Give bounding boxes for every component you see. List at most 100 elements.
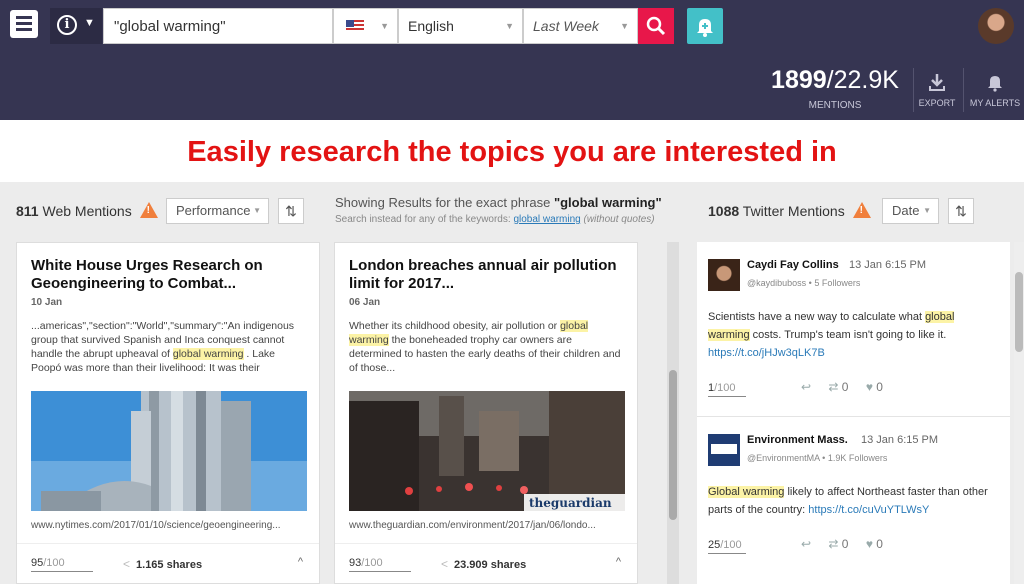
twitter-mentions-label: Twitter Mentions: [742, 203, 845, 219]
tweet-author[interactable]: Caydi Fay Collins: [747, 259, 839, 271]
kw-suffix: (without quotes): [583, 214, 655, 225]
sort-order-icon: ⇅: [285, 203, 297, 219]
exact-phrase: "global warming": [553, 195, 662, 210]
download-icon: [929, 74, 945, 91]
my-alerts-button[interactable]: MY ALERTS: [966, 72, 1024, 108]
language-value: English: [408, 18, 454, 34]
sort-order-icon: ⇅: [955, 203, 967, 219]
tweet-avatar: [708, 434, 740, 466]
exact-phrase-note: Showing Results for the exact phrase "gl…: [335, 195, 662, 210]
keywords-link[interactable]: global warming: [513, 214, 580, 225]
score-value: 25: [708, 539, 721, 551]
web-mentions-header: 811 Web Mentions !: [16, 202, 158, 219]
article-image: theguardian: [349, 391, 625, 511]
warning-icon[interactable]: !: [852, 202, 871, 218]
heart-icon[interactable]: ♥ 0: [866, 380, 883, 394]
tweet-avatar: [708, 259, 740, 291]
bell-icon: [988, 76, 1002, 92]
shares-value: 23.909 shares: [454, 559, 527, 571]
retweet-icon[interactable]: ⇄ 0: [828, 537, 848, 551]
web-sort-value: Performance: [176, 203, 251, 218]
chevron-down-icon: ▼: [84, 17, 95, 29]
score-value: 95: [31, 557, 44, 569]
article-url[interactable]: www.nytimes.com/2017/01/10/science/geoen…: [31, 520, 309, 531]
share-count: <1.165 shares: [123, 557, 202, 571]
tweet-text: Scientists have a new way to calculate w…: [708, 311, 955, 359]
tweet-score: 25/100: [708, 539, 746, 554]
reply-icon[interactable]: ↩: [801, 537, 811, 551]
user-avatar[interactable]: [978, 8, 1014, 44]
web-scrollbar[interactable]: [667, 242, 679, 584]
twitter-sort-select[interactable]: Date ▼: [882, 198, 939, 224]
mentions-total: /22.9K: [826, 66, 899, 94]
warning-icon[interactable]: !: [139, 202, 158, 218]
reply-icon[interactable]: ↩: [801, 380, 811, 394]
tweet-actions: ↩ ⇄ 0 ♥ 0: [801, 380, 897, 394]
share-icon: <: [123, 557, 131, 571]
add-alert-button[interactable]: [687, 8, 723, 44]
performance-score: 93/100: [349, 557, 411, 572]
hamburger-menu-icon[interactable]: [10, 10, 38, 38]
export-button[interactable]: EXPORT: [915, 72, 959, 108]
scrollbar-thumb[interactable]: [669, 370, 677, 520]
scrollbar-thumb[interactable]: [1015, 272, 1023, 352]
tweet-card[interactable]: Environment Mass. 13 Jan 6:15 PM @Enviro…: [697, 417, 1010, 584]
sort-order-button[interactable]: ⇅: [948, 198, 974, 224]
score-max: /100: [361, 557, 383, 569]
tweet-actions: ↩ ⇄ 0 ♥ 0: [801, 537, 897, 551]
highlighted-keyword: Global warming: [708, 486, 785, 498]
twitter-mentions-count: 1088: [708, 203, 740, 219]
info-dropdown-button[interactable]: i ▼: [50, 8, 102, 44]
tweet-handle: @EnvironmentMA • 1.9K Followers: [747, 453, 888, 463]
mentions-count: 1899: [771, 66, 827, 94]
article-date: 10 Jan: [31, 297, 63, 308]
country-select[interactable]: ▼: [333, 8, 398, 44]
search-icon: [646, 16, 666, 36]
web-sort-select[interactable]: Performance ▼: [166, 198, 269, 224]
tweet-author[interactable]: Environment Mass.: [747, 434, 848, 446]
sort-order-button[interactable]: ⇅: [278, 198, 304, 224]
score-max: /100: [43, 557, 65, 569]
divider: [963, 68, 964, 112]
article-date: 06 Jan: [349, 297, 381, 308]
bell-plus-icon: [697, 19, 713, 37]
card-footer: 95/100 <1.165 shares ^: [17, 543, 319, 583]
divider: [913, 68, 914, 112]
score-max: /100: [714, 382, 736, 394]
web-mentions-count: 811: [16, 203, 39, 219]
mentions-label: MENTIONS: [808, 100, 862, 111]
article-card[interactable]: White House Urges Research on Geoenginee…: [16, 242, 320, 584]
search-input[interactable]: "global warming": [103, 8, 333, 44]
card-footer: 93/100 <23.909 shares ^: [335, 543, 637, 583]
chevron-down-icon: ▼: [253, 206, 261, 215]
export-label: EXPORT: [918, 98, 956, 108]
retweet-icon[interactable]: ⇄ 0: [828, 380, 848, 394]
tweet-time: 13 Jan 6:15 PM: [849, 259, 927, 271]
info-icon: i: [57, 15, 77, 35]
period-select[interactable]: Last Week ▼: [523, 8, 638, 44]
article-snippet: ...americas","section":"World","summary"…: [31, 320, 295, 374]
article-card[interactable]: London breaches annual air pollution lim…: [334, 242, 638, 584]
chevron-up-icon[interactable]: ^: [616, 556, 621, 568]
performance-score: 95/100: [31, 557, 93, 572]
twitter-scrollbar[interactable]: [1014, 242, 1024, 584]
language-select[interactable]: English ▼: [398, 8, 523, 44]
search-button[interactable]: [638, 8, 674, 44]
heart-icon[interactable]: ♥ 0: [866, 537, 883, 551]
score-max: /100: [720, 539, 742, 551]
tweet-time: 13 Jan 6:15 PM: [861, 434, 939, 446]
tweet-handle: @kaydibuboss • 5 Followers: [747, 278, 861, 288]
article-image: [31, 391, 307, 511]
score-value: 93: [349, 557, 362, 569]
article-title[interactable]: White House Urges Research on Geoenginee…: [31, 257, 303, 293]
chevron-up-icon[interactable]: ^: [298, 556, 303, 568]
mentions-counter: 1899/22.9K MENTIONS: [760, 64, 910, 111]
tweet-text: Global warming likely to affect Northeas…: [708, 486, 988, 516]
chevron-down-icon: ▼: [620, 21, 629, 31]
tweet-card[interactable]: Caydi Fay Collins 13 Jan 6:15 PM @kaydib…: [697, 242, 1010, 417]
article-title[interactable]: London breaches annual air pollution lim…: [349, 257, 621, 293]
tweet-link[interactable]: https://t.co/cuVuYTLWsY: [808, 504, 929, 516]
chevron-down-icon: ▼: [505, 21, 514, 31]
article-url[interactable]: www.theguardian.com/environment/2017/jan…: [349, 520, 627, 531]
tweet-link[interactable]: https://t.co/jHJw3qLK7B: [708, 347, 825, 359]
